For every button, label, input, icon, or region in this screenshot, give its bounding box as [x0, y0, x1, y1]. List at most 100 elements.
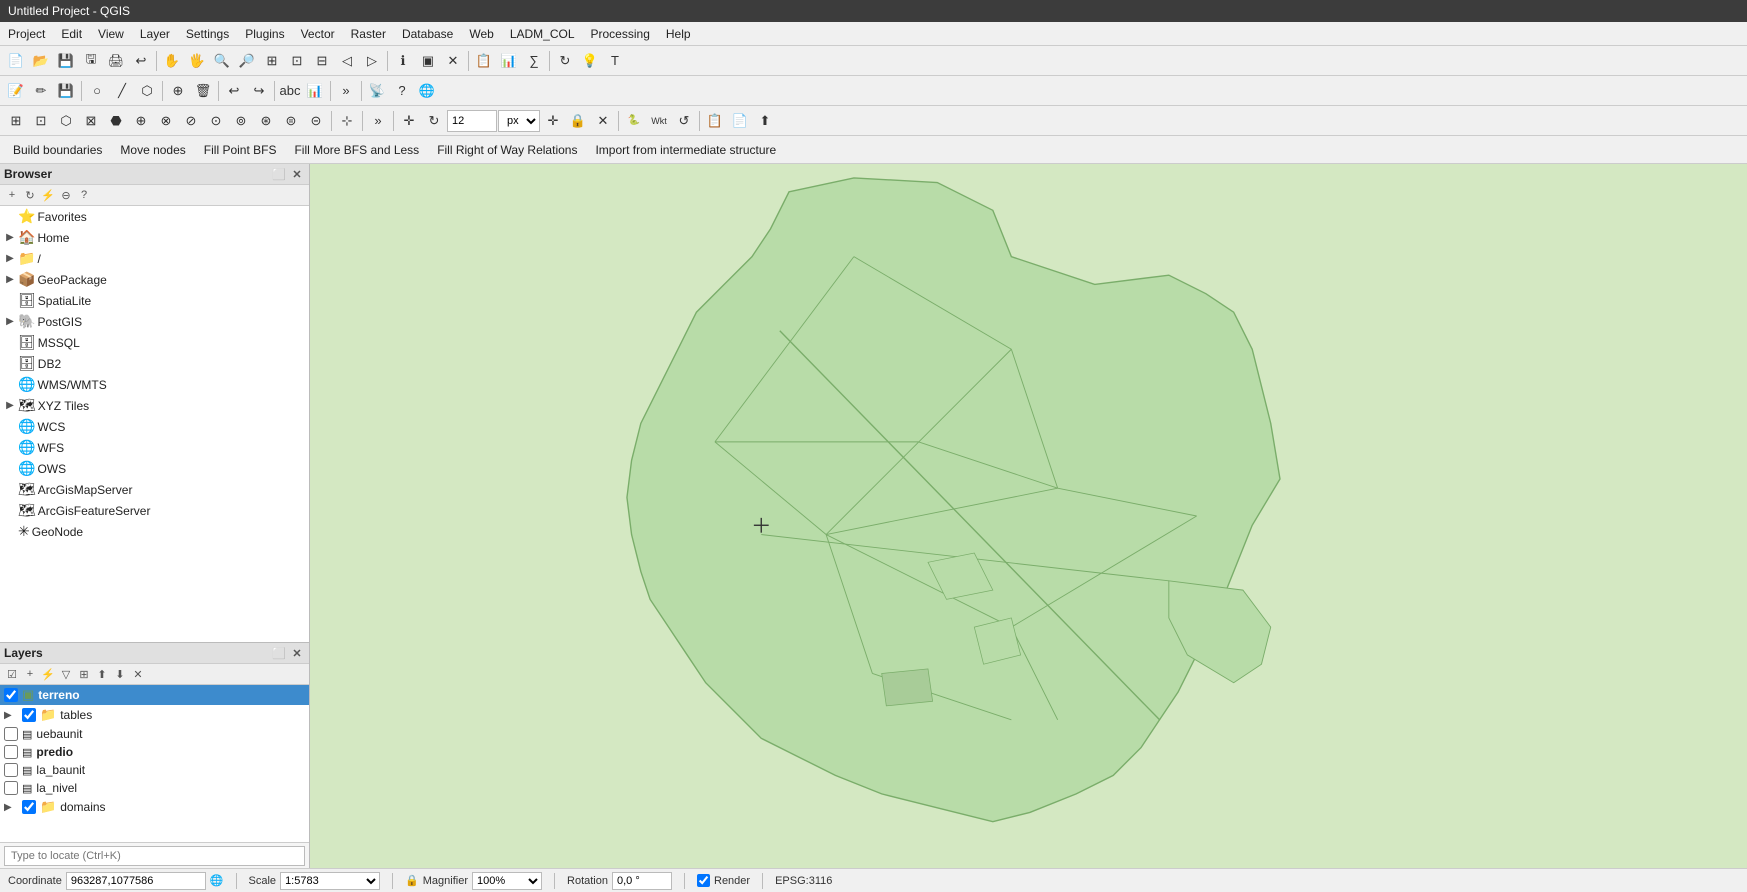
zoom-in-btn[interactable]: 🔍 — [210, 49, 234, 73]
digitize-line-btn[interactable]: ╱ — [110, 79, 134, 103]
menu-database[interactable]: Database — [394, 25, 461, 43]
menu-help[interactable]: Help — [658, 25, 699, 43]
layers-float-btn[interactable]: ⬜ — [271, 645, 287, 661]
fill-more-bfs-btn[interactable]: Fill More BFS and Less — [285, 140, 428, 160]
undo-btn[interactable]: ↩ — [129, 49, 153, 73]
advanced-btn11[interactable]: ⊛ — [254, 109, 278, 133]
field-calculator-btn[interactable]: ∑ — [522, 49, 546, 73]
angle-input[interactable] — [447, 110, 497, 132]
advanced-btn6[interactable]: ⊕ — [129, 109, 153, 133]
copy-to-clipboard-btn[interactable]: 📋 — [703, 109, 727, 133]
menu-layer[interactable]: Layer — [132, 25, 178, 43]
menu-web[interactable]: Web — [461, 25, 501, 43]
magnifier-select[interactable]: 100% — [472, 872, 542, 890]
browser-geopackage[interactable]: ▶ 📦 GeoPackage — [0, 269, 309, 290]
browser-root[interactable]: ▶ 📁 / — [0, 248, 309, 269]
browser-add-btn[interactable]: + — [4, 187, 20, 203]
digitize-polygon-btn[interactable]: ⬡ — [135, 79, 159, 103]
geonode-expand[interactable] — [4, 526, 16, 538]
layer-la-nivel-check[interactable] — [4, 781, 18, 795]
menu-vector[interactable]: Vector — [293, 25, 343, 43]
advanced-btn9[interactable]: ⊙ — [204, 109, 228, 133]
mssql-expand[interactable] — [4, 337, 16, 349]
open-project-btn[interactable]: 📂 — [29, 49, 53, 73]
more-adv-btn[interactable]: » — [366, 109, 390, 133]
wms-expand[interactable] — [4, 379, 16, 391]
browser-db2[interactable]: 🗄 DB2 — [0, 353, 309, 374]
save-project-btn[interactable]: 💾 — [54, 49, 78, 73]
current-edits-btn[interactable]: 📝 — [4, 79, 28, 103]
fill-point-bfs-btn[interactable]: Fill Point BFS — [195, 140, 286, 160]
browser-wms-wmts[interactable]: 🌐 WMS/WMTS — [0, 374, 309, 395]
label-btn[interactable]: abc — [278, 79, 302, 103]
menu-ladm-col[interactable]: LADM_COL — [502, 25, 583, 43]
vertex-tool-btn[interactable]: ✛ — [397, 109, 421, 133]
paste-btn[interactable]: 📄 — [728, 109, 752, 133]
advanced-btn10[interactable]: ⊚ — [229, 109, 253, 133]
layer-uebaunit-check[interactable] — [4, 727, 18, 741]
browser-xyz-tiles[interactable]: ▶ 🗺 XYZ Tiles — [0, 395, 309, 416]
import-intermediate-btn[interactable]: Import from intermediate structure — [586, 140, 785, 160]
browser-collapse-btn[interactable]: ⊖ — [58, 187, 74, 203]
zoom-prev-btn[interactable]: ◁ — [335, 49, 359, 73]
layer-la-baunit-check[interactable] — [4, 763, 18, 777]
menu-edit[interactable]: Edit — [53, 25, 90, 43]
print-btn[interactable]: 🖨 — [104, 49, 128, 73]
layer-tables[interactable]: ▶ 📁 tables — [0, 705, 309, 725]
network-btn[interactable]: 🌐 — [415, 79, 439, 103]
zoom-next-btn[interactable]: ▷ — [360, 49, 384, 73]
layers-add-group-btn[interactable]: ⊞ — [76, 666, 92, 682]
advanced-btn3[interactable]: ⬡ — [54, 109, 78, 133]
fill-right-of-way-btn[interactable]: Fill Right of Way Relations — [428, 140, 586, 160]
layers-filter-btn[interactable]: ⚡ — [40, 666, 56, 682]
layer-terreno[interactable]: ▣ terreno — [0, 685, 309, 705]
layer-domains-check[interactable] — [22, 800, 36, 814]
layers-remove-btn[interactable]: ✕ — [130, 666, 146, 682]
geopackage-expand[interactable]: ▶ — [4, 274, 16, 286]
digitize-point-btn[interactable]: ○ — [85, 79, 109, 103]
arcgis-map-expand[interactable] — [4, 484, 16, 496]
python-btn[interactable]: 🐍 — [622, 109, 646, 133]
layer-uebaunit[interactable]: ▤ uebaunit — [0, 725, 309, 743]
layer-predio[interactable]: ▤ predio — [0, 743, 309, 761]
browser-arcgis-feature[interactable]: 🗺 ArcGisFeatureServer — [0, 500, 309, 521]
ows-expand[interactable] — [4, 463, 16, 475]
undo-edit-btn[interactable]: ↩ — [222, 79, 246, 103]
layers-collapse-btn[interactable]: ⬇ — [112, 666, 128, 682]
browser-help-btn[interactable]: ? — [76, 187, 92, 203]
save-as-btn[interactable]: 🖫 — [79, 49, 103, 73]
text-btn[interactable]: T — [603, 49, 627, 73]
redo-btn2[interactable]: ↺ — [672, 109, 696, 133]
render-checkbox[interactable] — [697, 874, 710, 887]
menu-project[interactable]: Project — [0, 25, 53, 43]
xyz-expand[interactable]: ▶ — [4, 400, 16, 412]
pan-map-btn[interactable]: 🖐 — [185, 49, 209, 73]
layer-predio-check[interactable] — [4, 745, 18, 759]
build-boundaries-btn[interactable]: Build boundaries — [4, 140, 111, 160]
zoom-layer-btn[interactable]: ⊟ — [310, 49, 334, 73]
new-project-btn[interactable]: 📄 — [4, 49, 28, 73]
spatialite-expand[interactable] — [4, 295, 16, 307]
zoom-selected-btn[interactable]: ⊡ — [285, 49, 309, 73]
coordinate-input[interactable] — [66, 872, 206, 890]
lock-btn[interactable]: 🔒 — [566, 109, 590, 133]
browser-refresh-btn[interactable]: ↻ — [22, 187, 38, 203]
layers-check-all-btn[interactable]: ☑ — [4, 666, 20, 682]
diagram-btn[interactable]: 📊 — [303, 79, 327, 103]
favorites-expand[interactable] — [4, 211, 16, 223]
export-btn[interactable]: ⬆ — [753, 109, 777, 133]
zoom-full-btn[interactable]: ⊞ — [260, 49, 284, 73]
wkt-btn[interactable]: Wkt — [647, 109, 671, 133]
layers-filter-layer-btn[interactable]: ▽ — [58, 666, 74, 682]
browser-home[interactable]: ▶ 🏠 Home — [0, 227, 309, 248]
redo-edit-btn[interactable]: ↪ — [247, 79, 271, 103]
layer-tables-check[interactable] — [22, 708, 36, 722]
epsg-label[interactable]: EPSG:3116 — [775, 875, 832, 887]
delete-selected-btn[interactable]: 🗑 — [191, 79, 215, 103]
rotation-input[interactable] — [612, 872, 672, 890]
wcs-expand[interactable] — [4, 421, 16, 433]
toggle-edit-btn[interactable]: ✏ — [29, 79, 53, 103]
refresh-btn[interactable]: ↻ — [553, 49, 577, 73]
layers-expand-btn[interactable]: ⬆ — [94, 666, 110, 682]
wfs-expand[interactable] — [4, 442, 16, 454]
